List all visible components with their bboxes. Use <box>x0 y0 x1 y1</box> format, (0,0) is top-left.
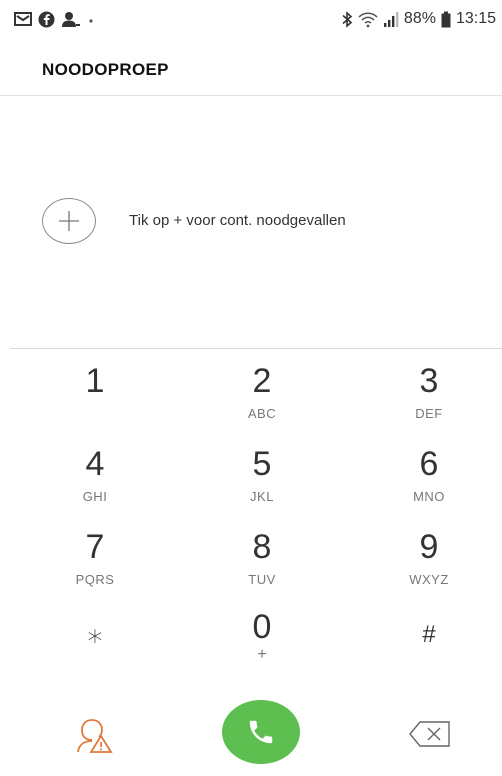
dial-key-letters: TUV <box>248 572 276 587</box>
add-emergency-contact-button[interactable] <box>42 198 96 244</box>
dial-key-2[interactable]: 2 ABC <box>197 362 327 438</box>
dial-key-digit: 4 <box>85 445 105 483</box>
dial-key-digit: 6 <box>419 445 439 483</box>
dial-key-star[interactable]: ⁎ <box>30 614 160 690</box>
dial-key-digit: 7 <box>85 528 105 566</box>
dial-key-digit: 5 <box>252 445 272 483</box>
page-title: NOODOPROEP <box>42 60 169 79</box>
dial-key-digit: 2 <box>252 362 272 400</box>
dial-key-digit: 1 <box>85 362 105 400</box>
dial-key-digit: # <box>422 621 436 648</box>
dial-key-hash[interactable]: # <box>364 618 494 694</box>
backspace-icon <box>409 721 450 747</box>
dial-key-letters: GHI <box>82 489 108 504</box>
backspace-button[interactable] <box>408 720 452 753</box>
dial-key-letters: DEF <box>415 406 443 421</box>
dial-key-digit: ⁎ <box>87 616 103 649</box>
phone-icon <box>249 720 273 744</box>
wifi-icon <box>358 11 378 27</box>
dial-key-digit: 8 <box>252 528 272 566</box>
bluetooth-icon <box>342 10 353 28</box>
dial-key-8[interactable]: 8 TUV <box>197 528 327 604</box>
dial-key-digit: 0 <box>252 608 272 646</box>
emergency-contact-icon <box>77 719 113 753</box>
signal-icon <box>383 11 399 27</box>
divider <box>0 95 502 96</box>
status-bar-left <box>14 11 95 28</box>
user-status-icon <box>62 11 80 27</box>
dot-icon <box>89 18 93 23</box>
emergency-contact-hint: Tik op + voor cont. noodgevallen <box>129 212 346 229</box>
dial-key-9[interactable]: 9 WXYZ <box>364 528 494 604</box>
dial-key-letters: WXYZ <box>409 572 449 587</box>
divider <box>10 348 502 349</box>
clock: 13:15 <box>455 10 496 27</box>
dial-key-6[interactable]: 6 MNO <box>364 445 494 521</box>
plus-icon <box>59 211 79 231</box>
dial-key-3[interactable]: 3 DEF <box>364 362 494 438</box>
dial-key-4[interactable]: 4 GHI <box>30 445 160 521</box>
battery-icon <box>441 11 451 27</box>
mail-icon <box>14 12 32 26</box>
status-bar: 88% 13:15 <box>0 0 502 38</box>
dial-key-5[interactable]: 5 JKL <box>197 445 327 521</box>
dial-key-letters: MNO <box>413 489 445 504</box>
status-bar-right: 88% 13:15 <box>341 10 496 28</box>
dial-key-letters: PQRS <box>75 572 115 587</box>
dial-key-1[interactable]: 1 <box>30 362 160 438</box>
dial-key-0[interactable]: 0 + <box>197 608 327 684</box>
battery-percent: 88% <box>403 10 436 27</box>
dial-key-7[interactable]: 7 PQRS <box>30 528 160 604</box>
dial-key-digit: 9 <box>419 528 439 566</box>
facebook-icon <box>38 11 55 27</box>
dial-key-letters: JKL <box>250 489 274 504</box>
dial-key-letters: ABC <box>247 406 277 421</box>
call-button[interactable] <box>222 700 300 764</box>
dial-key-letters: + <box>257 646 267 663</box>
dial-key-digit: 3 <box>419 362 439 400</box>
emergency-contact-button[interactable] <box>76 718 116 759</box>
